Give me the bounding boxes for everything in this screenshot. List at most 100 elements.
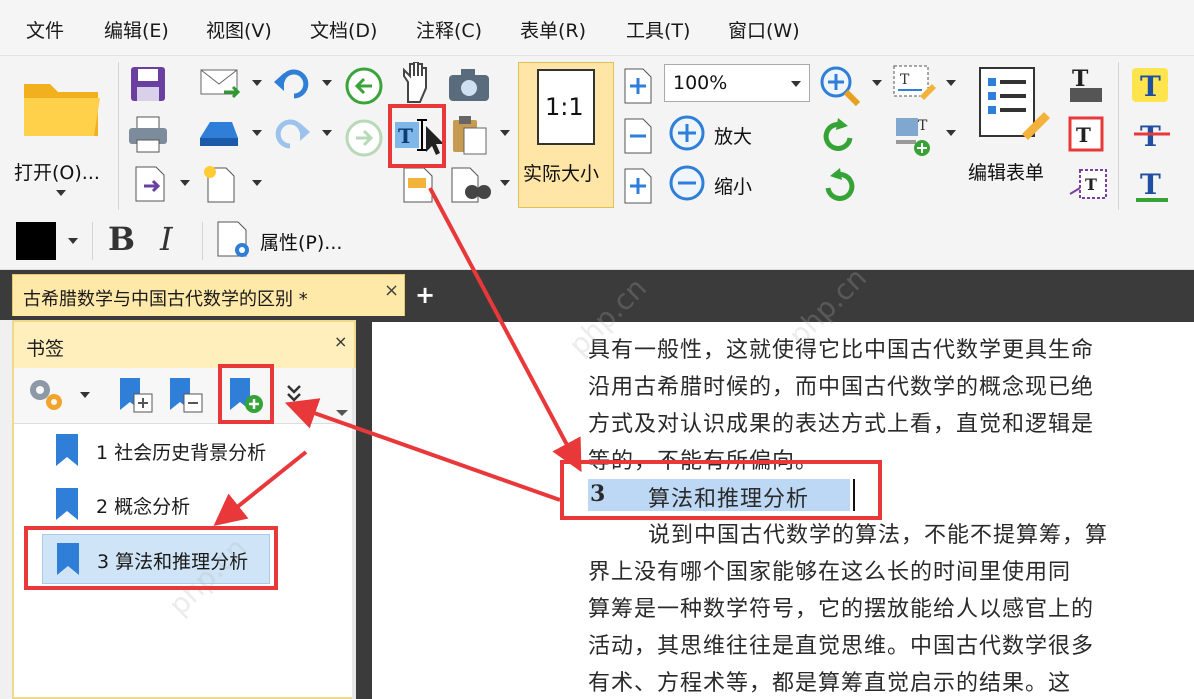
properties-icon <box>217 221 249 257</box>
zoom-out-button[interactable]: 缩小 <box>668 164 768 204</box>
expand-bookmark-icon[interactable] <box>114 374 156 416</box>
doc-line: 有术、方程术等，都是算筹直觉启示的结果。这 <box>588 671 1072 696</box>
menu-bar: 文件 编辑(E) 视图(V) 文档(D) 注释(C) 表单(R) 工具(T) 窗… <box>0 0 1194 56</box>
italic-button[interactable]: I <box>160 220 173 258</box>
double-chevron-down-icon[interactable] <box>284 382 304 408</box>
clipboard-icon[interactable] <box>450 114 490 156</box>
menu-file[interactable]: 文件 <box>26 16 64 43</box>
chevron-down-icon[interactable] <box>252 130 262 136</box>
edit-form-icon <box>979 67 1050 140</box>
text-highlight-icon[interactable]: T <box>1128 64 1172 106</box>
zoom-value: 100% <box>673 72 728 94</box>
bookmark-item-label: 1 社会历史背景分析 <box>96 442 267 464</box>
image-text-tool-icon[interactable]: T <box>892 114 938 158</box>
annotation-box-heading <box>560 460 882 520</box>
bookmark-icon <box>56 434 78 466</box>
bookmark-panel-title: 书签 <box>26 338 65 360</box>
chevron-down-icon[interactable] <box>80 392 90 398</box>
callout-icon[interactable]: T <box>1066 164 1110 204</box>
find-binoculars-icon[interactable] <box>448 164 492 204</box>
chevron-down-icon[interactable] <box>500 130 510 136</box>
fit-page-icon[interactable] <box>622 66 654 106</box>
bookmark-item[interactable]: 2 概念分析 <box>54 484 254 524</box>
chevron-down-icon[interactable] <box>500 180 510 186</box>
doc-line: 算筹是一种数学符号，它的摆放能给人以感官上的 <box>588 597 1095 622</box>
edit-form-label: 编辑表单 <box>968 162 1045 184</box>
actual-size-button[interactable]: 1:1 实际大小 <box>518 62 614 208</box>
text-field-tool-icon[interactable]: T <box>890 62 938 106</box>
bookmark-panel-header: 书签 × <box>14 322 354 368</box>
typewriter-icon[interactable]: T <box>1066 64 1106 106</box>
gear-icon[interactable] <box>24 374 68 414</box>
magnifier-icon[interactable] <box>818 64 864 108</box>
print-icon[interactable] <box>126 114 170 154</box>
bold-button[interactable]: B <box>108 220 135 258</box>
menu-view[interactable]: 视图(V) <box>206 16 272 43</box>
chevron-down-icon[interactable] <box>322 80 332 86</box>
actual-size-label: 实际大小 <box>523 163 600 185</box>
svg-text:T: T <box>918 118 928 134</box>
underline-icon[interactable]: T <box>1130 164 1174 206</box>
new-document-icon[interactable] <box>200 164 240 204</box>
chevron-down-icon <box>56 190 66 196</box>
redo-icon[interactable] <box>272 116 312 152</box>
tab-document-label: 古希腊数学与中国古代数学的区别 * <box>23 289 308 310</box>
rotate-right-icon[interactable] <box>818 166 860 206</box>
bookmark-panel: 书签 × 1 社会历史背景分析 2 概念分析 3 算法和推理分析 <box>12 320 358 699</box>
svg-text:T: T <box>1140 168 1161 201</box>
chevron-down-icon[interactable] <box>872 80 882 86</box>
previous-page-icon[interactable] <box>344 66 384 106</box>
bookmark-item[interactable]: 1 社会历史背景分析 <box>54 430 314 470</box>
chevron-down-icon[interactable] <box>322 130 332 136</box>
open-label: 打开(O)... <box>14 162 100 184</box>
open-button[interactable]: 打开(O)... <box>12 66 112 206</box>
new-tab-button[interactable]: + <box>414 283 436 307</box>
doc-line: 方式及对认识成果的表达方式上看，直觉和逻辑是 <box>588 412 1095 437</box>
bookmark-item-label: 2 概念分析 <box>96 496 191 518</box>
zoom-select[interactable]: 100% <box>664 64 810 102</box>
save-icon[interactable] <box>128 64 168 104</box>
doc-line: 具有一般性，这就使得它比中国古代数学更具生命 <box>588 338 1095 363</box>
email-icon[interactable] <box>198 66 242 100</box>
tab-document[interactable]: 古希腊数学与中国古代数学的区别 * <box>12 274 405 316</box>
collapse-panel-icon[interactable] <box>334 408 350 418</box>
chevron-down-icon[interactable] <box>252 80 262 86</box>
bookmark-toolbar <box>14 368 354 424</box>
annotation-box-add-bookmark <box>218 364 274 424</box>
chevron-down-icon[interactable] <box>946 130 956 136</box>
highlight-page-icon[interactable] <box>398 164 438 204</box>
menu-edit[interactable]: 编辑(E) <box>104 16 169 43</box>
doc-line: 活动，其思维往往是直觉思维。中国古代数学很多 <box>588 634 1095 659</box>
scanner-icon[interactable] <box>196 116 242 150</box>
menu-comment[interactable]: 注释(C) <box>416 16 482 43</box>
rotate-left-icon[interactable] <box>818 116 860 156</box>
menu-tools[interactable]: 工具(T) <box>626 16 690 43</box>
color-swatch[interactable] <box>16 222 56 260</box>
snapshot-camera-icon[interactable] <box>446 66 492 104</box>
close-icon[interactable]: × <box>334 332 347 351</box>
doc-line: 沿用古希腊时候的，而中国古代数学的概念现已绝 <box>588 375 1095 400</box>
collapse-bookmark-icon[interactable] <box>164 374 206 416</box>
chevron-down-icon[interactable] <box>180 180 190 186</box>
textbox-icon[interactable]: T <box>1066 114 1106 154</box>
menu-form[interactable]: 表单(R) <box>520 16 586 43</box>
zoom-in-button[interactable]: 放大 <box>668 114 768 154</box>
chevron-down-icon[interactable] <box>946 80 956 86</box>
tab-close-icon[interactable]: × <box>384 280 399 301</box>
export-icon[interactable] <box>130 164 170 204</box>
undo-icon[interactable] <box>272 66 312 102</box>
properties-button[interactable]: 属性(P)... <box>214 218 364 262</box>
edit-form-button[interactable]: 编辑表单 <box>966 64 1062 208</box>
svg-text:T: T <box>1140 120 1161 153</box>
next-page-icon[interactable] <box>344 118 384 158</box>
hand-tool-icon[interactable] <box>398 62 436 104</box>
menu-document[interactable]: 文档(D) <box>310 16 377 43</box>
chevron-down-icon[interactable] <box>68 238 78 244</box>
menu-window[interactable]: 窗口(W) <box>728 16 800 43</box>
fit-visible-icon[interactable] <box>622 166 654 206</box>
annotation-box-select-text <box>388 104 446 168</box>
strikeout-icon[interactable]: T <box>1130 114 1174 156</box>
svg-text:T: T <box>1076 123 1091 147</box>
chevron-down-icon[interactable] <box>252 180 262 186</box>
fit-width-icon[interactable] <box>622 116 654 156</box>
